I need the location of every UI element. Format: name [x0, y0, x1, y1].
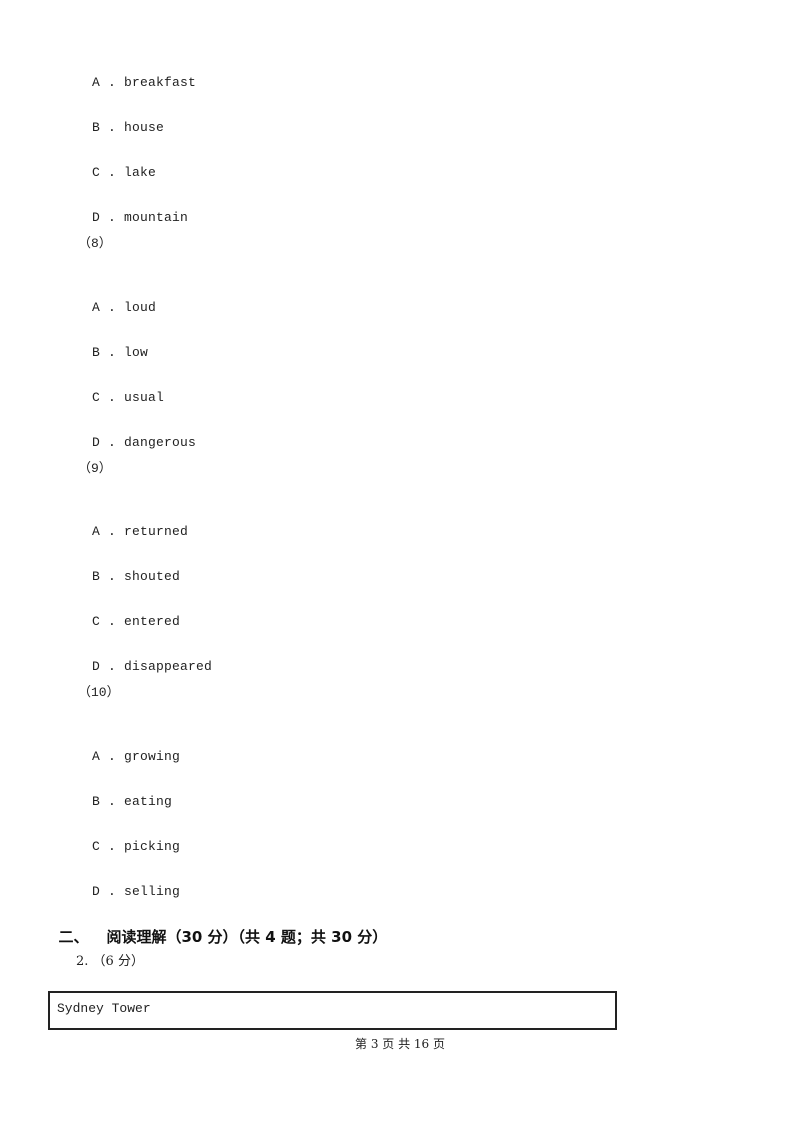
option-separator: .	[100, 120, 125, 135]
option-c: C . lake	[76, 149, 156, 181]
option-d: D . dangerous	[76, 419, 196, 451]
option-letter: A	[92, 524, 101, 539]
option-text: breakfast	[124, 75, 197, 90]
option-separator: .	[100, 794, 125, 809]
option-separator: .	[100, 435, 125, 450]
option-c: C . entered	[76, 598, 180, 630]
passage-title: Sydney Tower	[57, 1001, 151, 1016]
question-score-label: 2. （6 分）	[76, 954, 144, 969]
option-b: B . shouted	[76, 553, 180, 585]
option-separator: .	[100, 75, 125, 90]
option-letter: D	[92, 435, 101, 450]
option-separator: .	[100, 614, 125, 629]
option-c: C . picking	[76, 823, 180, 855]
option-d: D . mountain	[76, 194, 188, 226]
option-separator: .	[100, 345, 125, 360]
option-text: selling	[124, 884, 181, 899]
option-letter: C	[92, 614, 101, 629]
option-separator: .	[100, 569, 125, 584]
option-letter: C	[92, 390, 101, 405]
passage-box: Sydney Tower	[48, 991, 617, 1030]
option-b: B . eating	[76, 778, 172, 810]
section-heading: 二、 阅读理解（30 分）（共 4 题；共 30 分）	[48, 907, 387, 947]
option-text: house	[124, 120, 165, 135]
option-separator: .	[100, 300, 125, 315]
option-b: B . low	[76, 329, 148, 361]
option-letter: D	[92, 884, 101, 899]
option-separator: .	[100, 390, 125, 405]
option-text: mountain	[124, 210, 189, 225]
option-text: usual	[124, 390, 165, 405]
option-letter: C	[92, 839, 101, 854]
question-number: （10）	[78, 685, 120, 700]
option-separator: .	[100, 749, 125, 764]
option-letter: B	[92, 120, 101, 135]
option-text: loud	[124, 300, 157, 315]
option-c: C . usual	[76, 374, 164, 406]
option-text: lake	[124, 165, 157, 180]
section-number: 二、	[58, 928, 89, 946]
option-separator: .	[100, 884, 125, 899]
option-letter: C	[92, 165, 101, 180]
option-text: returned	[124, 524, 189, 539]
section-title: 阅读理解（30 分）（共 4 题；共 30 分）	[106, 928, 388, 946]
option-d: D . selling	[76, 868, 180, 900]
option-text: dangerous	[124, 435, 197, 450]
option-separator: .	[100, 524, 125, 539]
option-letter: A	[92, 300, 101, 315]
option-letter: B	[92, 345, 101, 360]
option-separator: .	[100, 839, 125, 854]
option-letter: D	[92, 210, 101, 225]
option-separator: .	[100, 659, 125, 674]
option-separator: .	[100, 210, 125, 225]
option-letter: A	[92, 749, 101, 764]
option-letter: A	[92, 75, 101, 90]
option-text: entered	[124, 614, 181, 629]
question-number: （9）	[78, 461, 112, 476]
option-text: growing	[124, 749, 181, 764]
option-letter: B	[92, 569, 101, 584]
option-text: eating	[124, 794, 173, 809]
option-a: A . growing	[76, 733, 180, 765]
option-b: B . house	[76, 104, 164, 136]
page-footer: 第 3 页 共 16 页	[355, 1037, 445, 1051]
option-letter: D	[92, 659, 101, 674]
option-a: A . breakfast	[76, 59, 196, 91]
option-letter: B	[92, 794, 101, 809]
option-text: disappeared	[124, 659, 213, 674]
option-a: A . loud	[76, 284, 156, 316]
question-number: （8）	[78, 236, 112, 251]
option-a: A . returned	[76, 508, 188, 540]
option-separator: .	[100, 165, 125, 180]
option-text: picking	[124, 839, 181, 854]
option-text: low	[124, 345, 149, 360]
option-d: D . disappeared	[76, 643, 212, 675]
option-text: shouted	[124, 569, 181, 584]
